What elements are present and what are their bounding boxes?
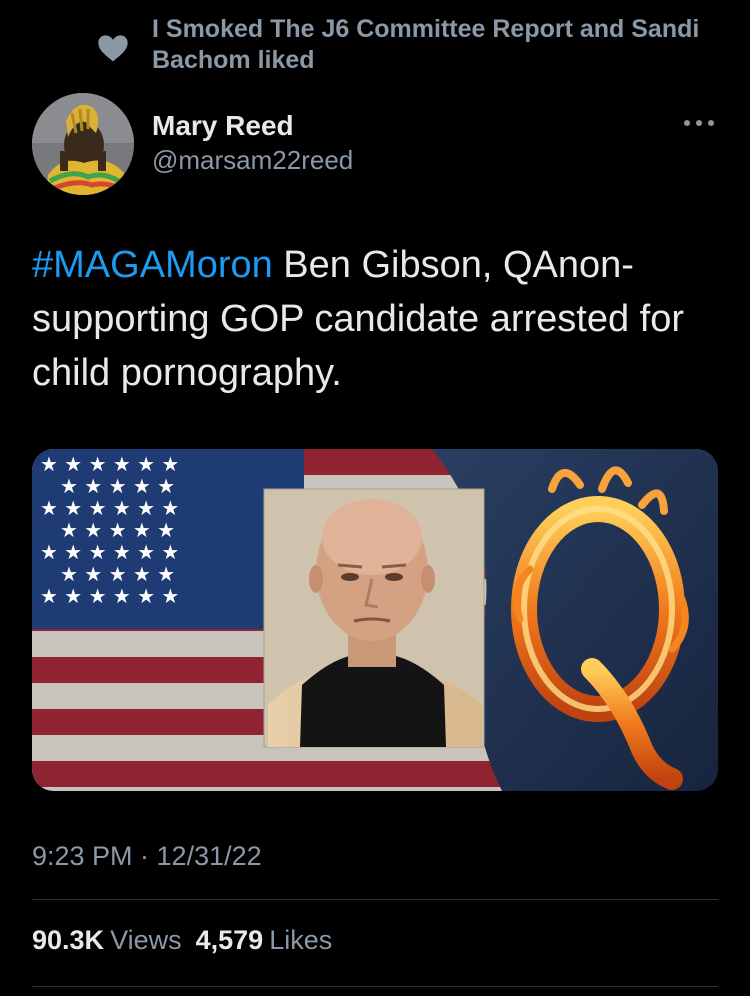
author-info[interactable]: Mary Reed @marsam22reed: [152, 109, 353, 177]
flag-stars: ★ ★ ★ ★ ★ ★ ★ ★ ★ ★ ★ ★ ★ ★ ★ ★ ★ ★ ★ ★ …: [40, 452, 179, 608]
tweet-timestamp[interactable]: 9:23 PM · 12/31/22: [32, 838, 262, 874]
avatar[interactable]: [32, 93, 134, 195]
views-count: 90.3K: [32, 925, 105, 955]
more-options-icon[interactable]: [681, 115, 717, 131]
author-name[interactable]: Mary Reed: [152, 109, 353, 143]
divider: [32, 899, 718, 900]
svg-text:★ ★ ★ ★ ★: ★ ★ ★ ★ ★: [60, 474, 175, 498]
svg-text:★ ★ ★ ★ ★: ★ ★ ★ ★ ★: [60, 562, 175, 586]
tweet-image: ★ ★ ★ ★ ★ ★ ★ ★ ★ ★ ★ ★ ★ ★ ★ ★ ★ ★ ★ ★ …: [32, 449, 718, 791]
hashtag-link[interactable]: #MAGAMoron: [32, 244, 273, 286]
svg-text:★ ★ ★ ★ ★ ★: ★ ★ ★ ★ ★ ★: [40, 540, 179, 564]
tweet-stats: 90.3K Views 4,579 Likes: [32, 922, 332, 958]
mugshot-photo: [263, 488, 485, 748]
likes-count: 4,579: [195, 925, 264, 955]
views-label[interactable]: Views: [110, 925, 182, 955]
tweet-media[interactable]: ★ ★ ★ ★ ★ ★ ★ ★ ★ ★ ★ ★ ★ ★ ★ ★ ★ ★ ★ ★ …: [32, 449, 718, 791]
author-handle[interactable]: @marsam22reed: [152, 143, 353, 177]
tweet-text: #MAGAMoron Ben Gibson, QAnon-supporting …: [32, 238, 722, 400]
divider: [32, 986, 718, 987]
svg-text:★ ★ ★ ★ ★ ★: ★ ★ ★ ★ ★ ★: [40, 496, 179, 520]
heart-icon: [98, 35, 128, 62]
svg-text:★ ★ ★ ★ ★: ★ ★ ★ ★ ★: [60, 518, 175, 542]
avatar-image: [32, 93, 134, 195]
likes-label[interactable]: Likes: [269, 925, 332, 955]
svg-text:★ ★ ★ ★ ★ ★: ★ ★ ★ ★ ★ ★: [40, 452, 179, 476]
social-context-text: I Smoked The J6 Committee Report and San…: [152, 15, 700, 74]
svg-text:★ ★ ★ ★ ★ ★: ★ ★ ★ ★ ★ ★: [40, 584, 179, 608]
